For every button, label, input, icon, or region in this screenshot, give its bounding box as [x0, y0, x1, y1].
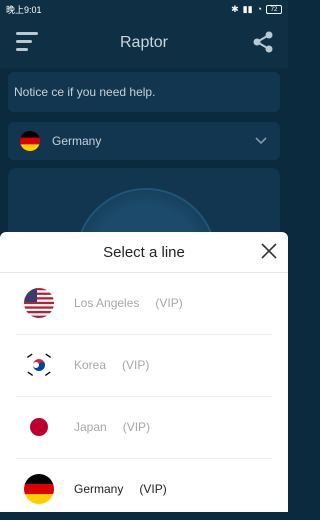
- signal-icon: ▮▮: [242, 3, 253, 14]
- battery-icon: 72: [266, 4, 282, 14]
- app-title: Raptor: [119, 34, 169, 51]
- menu-icon[interactable]: [16, 32, 38, 52]
- close-icon[interactable]: [260, 242, 278, 260]
- vip-tag: (VIP): [122, 358, 150, 372]
- bluetooth-icon: ✱: [231, 3, 239, 14]
- status-icons: ✱ ▮▮ ◔ 72: [231, 4, 282, 15]
- share-icon[interactable]: [252, 31, 274, 53]
- vip-tag: (VIP): [122, 420, 151, 434]
- line-item-label: Los Angeles: [74, 296, 140, 310]
- line-item-label: Korea: [74, 358, 107, 372]
- vip-tag: (VIP): [139, 482, 167, 496]
- germany-flag-icon: [24, 474, 54, 504]
- battery-level: 72: [270, 6, 278, 13]
- sheet-title: Select a line: [103, 243, 185, 261]
- korea-flag-icon: [24, 350, 54, 380]
- wifi-icon: ◔: [256, 4, 262, 14]
- germany-flag-icon: [20, 131, 40, 151]
- line-item-germany[interactable]: Germany (VIP): [16, 458, 272, 520]
- notice-text: Notice ce if you need help.: [14, 85, 156, 99]
- japan-flag-icon: [24, 412, 54, 442]
- app-bar: Raptor: [0, 18, 288, 68]
- sheet-header: Select a line: [0, 232, 288, 273]
- line-item-korea[interactable]: Korea (VIP): [16, 334, 272, 397]
- line-item-los-angeles[interactable]: Los Angeles (VIP): [16, 272, 272, 335]
- select-line-sheet: Select a line Los Angeles (VIP) Korea (V…: [0, 232, 288, 512]
- notice-banner: Notice ce if you need help.: [8, 72, 280, 112]
- line-item-label: Germany: [74, 482, 124, 496]
- selected-country-name: Germany: [52, 134, 102, 148]
- country-selector[interactable]: Germany: [8, 122, 280, 160]
- chevron-down-icon: [255, 137, 267, 145]
- line-item-label: Japan: [74, 420, 107, 434]
- status-bar: 晚上9:01 ✱ ▮▮ ◔ 72: [0, 0, 288, 18]
- status-time: 晚上9:01: [6, 4, 42, 15]
- line-item-japan[interactable]: Japan (VIP): [16, 396, 272, 459]
- usa-flag-icon: [24, 288, 54, 318]
- vip-tag: (VIP): [155, 296, 183, 310]
